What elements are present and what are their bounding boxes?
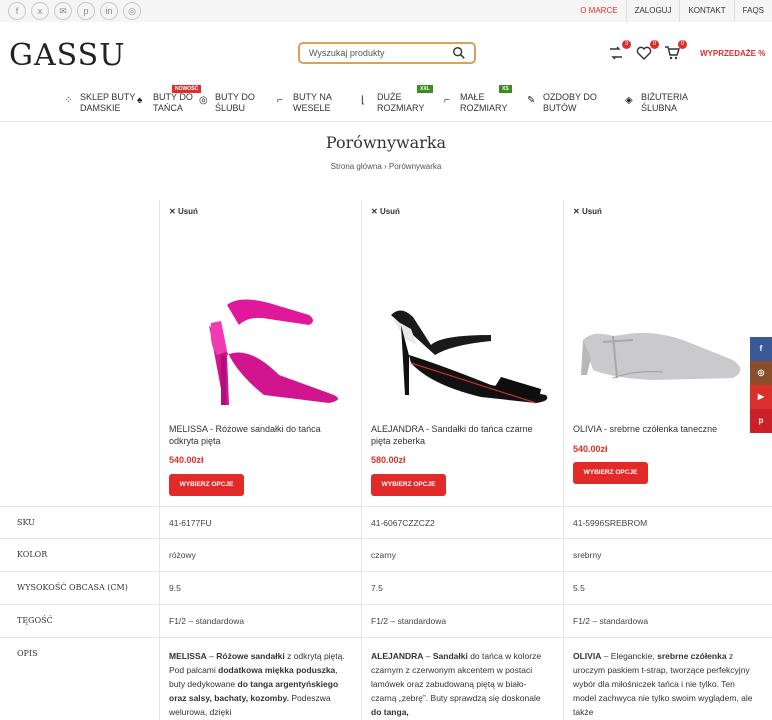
social-links: f x ✉ p in ◎ [8,2,141,20]
nav-label-line1: SKLEP BUTY [80,92,136,102]
heel-shoe-icon: ⌐ [277,95,283,106]
compare-count-badge: 3 [622,40,631,49]
row-divider [0,637,772,638]
link-login[interactable]: ZALOGUJ [625,0,680,22]
remove-button[interactable]: ✕ Usuń [573,207,602,216]
remove-label: Usuń [379,207,400,216]
product-image[interactable] [371,285,561,415]
side-social-bar: f ◎ ▶ p [750,337,772,433]
cell-heel: 5.5 [573,583,585,593]
logo[interactable]: GASSU [9,38,126,73]
nav-label-line2: DAMSKIE [80,103,121,113]
cell-width: F1/2 – standardowa [573,616,649,626]
top-links: O MARCE ZALOGUJ KONTAKT FAQS [572,0,772,22]
facebook-icon[interactable]: f [750,337,772,361]
cell-sku: 41-5996SREBROM [573,518,648,528]
row-divider [0,571,772,572]
select-options-button[interactable]: WYBIERZ OPCJE [371,474,446,496]
remove-label: Usuń [177,207,198,216]
column-divider [361,200,362,720]
big-shoe-icon: ⌊ [361,95,365,106]
product-price: 540.00zł [169,455,204,465]
row-label-color: KOLOR [17,550,48,559]
email-icon[interactable]: ✉ [54,2,72,20]
cell-sku: 41-6067CZZCZ2 [371,518,435,528]
row-divider [0,538,772,539]
xxl-badge: XXL [417,85,433,93]
cell-heel: 7.5 [371,583,383,593]
cell-color: srebrny [573,550,602,560]
cell-color: czarny [371,550,397,560]
diamond-icon: ◈ [625,95,633,106]
cart-count-badge: 0 [678,40,687,49]
dance-shoe-icon: ♠ [137,95,143,106]
whatsapp-icon[interactable]: ◎ [123,2,141,20]
column-divider [159,200,160,720]
link-faqs[interactable]: FAQS [733,0,772,22]
cart-icon[interactable]: 0 [664,40,687,61]
cell-sku: 41-6177FU [169,518,212,528]
product-image[interactable] [573,285,763,415]
nav-label-line2: ŚLUBNA [641,103,678,113]
product-name[interactable]: OLIVIA - srebrne czółenka taneczne [573,423,753,435]
wishlist-icon[interactable]: 0 [636,40,659,61]
product-name[interactable]: ALEJANDRA - Sandałki do tańca czarne pię… [371,423,551,447]
cell-width: F1/2 – standardowa [169,616,245,626]
search-input[interactable]: Wyszukaj produkty [309,48,384,58]
row-divider [0,506,772,507]
wishlist-count-badge: 0 [650,40,659,49]
sale-link[interactable]: WYPRZEDAŻE % [700,49,765,58]
shoe-clip-icon: ✎ [527,95,536,106]
compare-icon[interactable]: 3 [608,40,631,61]
select-options-button[interactable]: WYBIERZ OPCJE [169,474,244,496]
link-contact[interactable]: KONTAKT [679,0,733,22]
facebook-icon[interactable]: f [8,2,26,20]
cell-width: F1/2 – standardowa [371,616,447,626]
pinterest-icon[interactable]: p [77,2,95,20]
product-image[interactable] [169,285,359,415]
row-label-sku: SKU [17,518,35,527]
nav-label-line2: BUTÓW [543,103,577,113]
cell-heel: 9.5 [169,583,181,593]
cell-description: OLIVIA – Eleganckie, srebrne czółenka z … [573,651,753,717]
search-bar[interactable]: Wyszukaj produkty [298,42,476,64]
page-title: Porównywarka [325,133,447,152]
nav-label-line1: OZDOBY DO [543,92,597,102]
wedding-rings-icon: ◎ [199,95,208,106]
new-badge: NOWOŚĆ [172,85,202,93]
nav-label-line1: BUTY DO [215,92,255,102]
row-label-description: OPIS [17,649,38,658]
nav-label-line2: ŚLUBU [215,103,246,113]
cell-description: ALEJANDRA – Sandałki do tańca w kolorze … [371,651,542,717]
linkedin-icon[interactable]: in [100,2,118,20]
top-bar: f x ✉ p in ◎ O MARCE ZALOGUJ KONTAKT FAQ… [0,0,772,22]
remove-label: Usuń [581,207,602,216]
column-divider [563,200,564,720]
remove-button[interactable]: ✕ Usuń [371,207,400,216]
shoe-prints-icon: ⁘ [64,95,73,106]
breadcrumb[interactable]: Strona główna › Porównywarka [0,162,772,171]
instagram-icon[interactable]: ◎ [750,361,772,385]
remove-button[interactable]: ✕ Usuń [169,207,198,216]
row-label-heel: WYSOKOŚĆ OBCASA (CM) [17,583,128,592]
youtube-icon[interactable]: ▶ [750,385,772,409]
row-label-width: TĘGOŚĆ [17,616,53,625]
product-price: 580.00zł [371,455,406,465]
pinterest-icon[interactable]: p [750,409,772,433]
xs-badge: XS [499,85,512,93]
small-shoe-icon: ⌐ [444,95,450,106]
header-divider [0,121,772,122]
nav-label-line1: BIŻUTERIA [641,92,689,102]
cell-description: MELISSA – Różowe sandałki z odkrytą pięt… [169,651,345,717]
select-options-button[interactable]: WYBIERZ OPCJE [573,462,648,484]
x-icon[interactable]: x [31,2,49,20]
link-about[interactable]: O MARCE [572,0,625,22]
product-name[interactable]: MELISSA - Różowe sandałki do tańca odkry… [169,423,349,447]
product-price: 540.00zł [573,444,608,454]
search-icon[interactable] [452,46,466,60]
cell-color: różowy [169,550,196,560]
row-divider [0,604,772,605]
